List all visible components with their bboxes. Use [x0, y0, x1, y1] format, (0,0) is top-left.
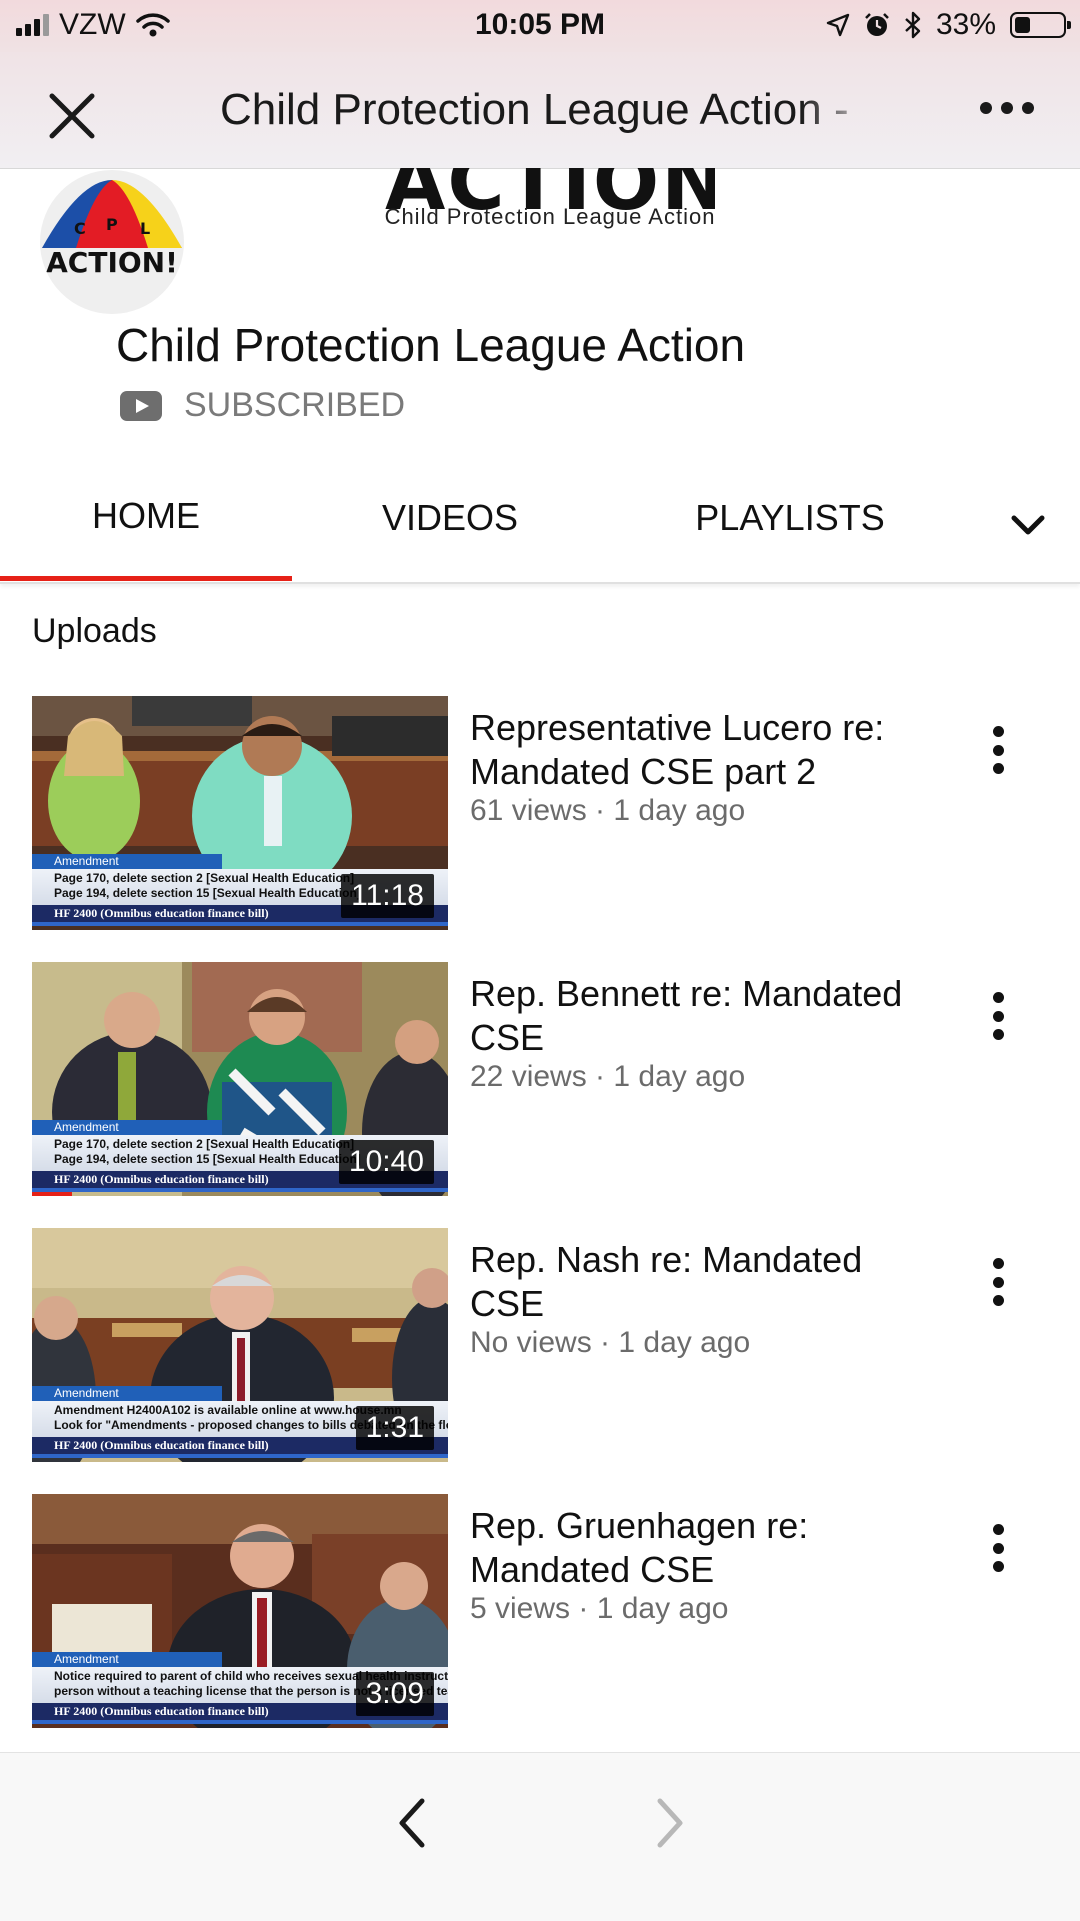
video-item[interactable]: Amendment Notice required to parent of c… [0, 1494, 1080, 1730]
battery-icon [1010, 12, 1071, 38]
tab-home[interactable]: HOME [0, 470, 292, 582]
video-item[interactable]: Amendment Amendment H2400A102 is availab… [0, 1228, 1080, 1464]
more-vertical-icon[interactable] [986, 1524, 1010, 1572]
avatar-letter-c: C [74, 219, 86, 238]
caption-tag: Amendment [32, 1386, 222, 1401]
duration-badge: 10:40 [338, 1140, 434, 1184]
chevron-right-icon[interactable] [650, 1793, 690, 1853]
browser-toolbar [0, 1752, 1080, 1921]
video-meta: 5 views · 1 day ago [470, 1592, 729, 1625]
duration-badge: 1:31 [355, 1406, 434, 1450]
page-title: Child Protection League Action - [220, 85, 849, 134]
bluetooth-icon [905, 11, 921, 39]
more-vertical-icon[interactable] [986, 992, 1010, 1040]
battery-percent: 33% [935, 8, 996, 41]
duration-badge: 3:09 [355, 1672, 434, 1716]
caption-tag: Amendment [32, 1120, 222, 1135]
video-item[interactable]: Amendment Page 170, delete section 2 [Se… [0, 696, 1080, 932]
avatar-letter-l: L [140, 219, 150, 238]
section-title-uploads: Uploads [32, 612, 157, 650]
video-meta: 22 views · 1 day ago [470, 1060, 746, 1093]
battery-fill [1015, 17, 1030, 33]
tab-playlists[interactable]: PLAYLISTS [670, 470, 910, 582]
tab-active-indicator [0, 576, 292, 581]
more-vertical-icon[interactable] [986, 726, 1010, 774]
video-item[interactable]: Amendment Page 170, delete section 2 [Se… [0, 962, 1080, 1198]
channel-banner: ACTION! Child Protection League Action [365, 168, 735, 238]
video-thumbnail[interactable]: Amendment Page 170, delete section 2 [Se… [32, 962, 448, 1196]
caption-tag: Amendment [32, 1652, 222, 1667]
channel-avatar[interactable]: C P L ACTION! [40, 170, 184, 314]
more-horizontal-icon[interactable] [980, 102, 1034, 114]
video-thumbnail[interactable]: Amendment Page 170, delete section 2 [Se… [32, 696, 448, 930]
video-title[interactable]: Representative Lucero re: Mandated CSE p… [470, 706, 910, 794]
more-vertical-icon[interactable] [986, 1258, 1010, 1306]
caption-stripe [32, 1720, 448, 1724]
video-thumbnail[interactable]: Amendment Amendment H2400A102 is availab… [32, 1228, 448, 1462]
channel-name: Child Protection League Action [116, 319, 746, 371]
channel-tabs: HOME VIDEOS PLAYLISTS [0, 470, 1080, 584]
chevron-down-icon[interactable] [1006, 510, 1050, 542]
tab-videos[interactable]: VIDEOS [340, 470, 560, 582]
caption-stripe [32, 1454, 448, 1458]
avatar-text: ACTION! [46, 246, 178, 279]
video-title[interactable]: Rep. Gruenhagen re: Mandated CSE [470, 1504, 910, 1592]
caption-stripe [32, 922, 448, 926]
video-meta: No views · 1 day ago [470, 1326, 751, 1359]
avatar-letter-p: P [106, 215, 118, 234]
video-title[interactable]: Rep. Bennett re: Mandated CSE [470, 972, 910, 1060]
close-icon[interactable] [44, 88, 100, 144]
video-meta: 61 views · 1 day ago [470, 794, 746, 827]
status-bar: VZW 10:05 PM 33% [0, 0, 1080, 52]
alarm-icon [865, 13, 889, 36]
subscribed-button[interactable]: SUBSCRIBED [120, 386, 405, 425]
subscribed-label: SUBSCRIBED [184, 386, 406, 424]
video-thumbnail[interactable]: Amendment Notice required to parent of c… [32, 1494, 448, 1728]
umbrella-logo-icon: C P L ACTION! [42, 180, 182, 279]
chevron-left-icon[interactable] [392, 1793, 432, 1853]
status-right: 33% [826, 8, 1071, 42]
location-arrow-icon [826, 13, 850, 37]
browser-header: Child Protection League Action - [0, 52, 1080, 169]
caption-tag: Amendment [32, 854, 222, 869]
video-title[interactable]: Rep. Nash re: Mandated CSE [470, 1238, 910, 1326]
banner-subtitle: Child Protection League Action [384, 204, 716, 229]
duration-badge: 11:18 [341, 874, 434, 918]
watch-progress-bar [32, 1192, 72, 1196]
caption-stripe [32, 1188, 448, 1192]
youtube-icon [120, 390, 162, 421]
